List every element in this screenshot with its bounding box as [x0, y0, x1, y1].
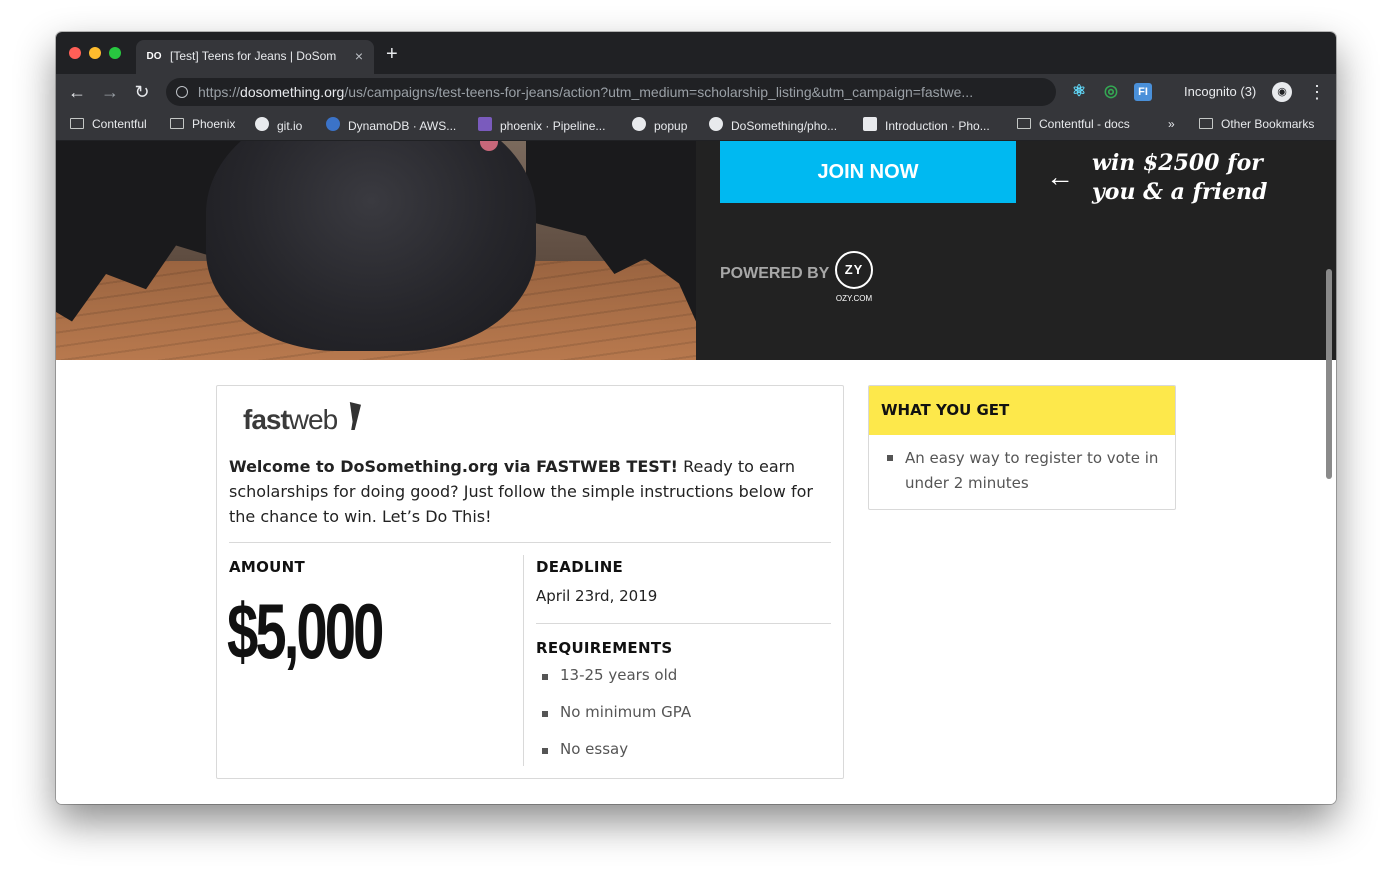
back-button[interactable]: ←	[66, 81, 88, 103]
fastweb-logo-web: web	[288, 404, 338, 435]
intro-bold: Welcome to DoSomething.org via FASTWEB T…	[229, 457, 678, 476]
site-info-icon[interactable]	[176, 86, 188, 98]
amount-value: $5,000	[227, 587, 384, 675]
requirements-label: REQUIREMENTS	[536, 639, 673, 657]
join-now-button[interactable]: JOIN NOW	[720, 141, 1016, 203]
requirements-list: 13-25 years old No minimum GPA No essay	[542, 666, 691, 777]
folder-icon	[170, 118, 184, 129]
bookmark-git-io[interactable]: git.io	[255, 117, 302, 133]
new-tab-button[interactable]: +	[386, 44, 398, 64]
fastweb-mark-icon	[349, 402, 361, 430]
target-icon[interactable]: ◎	[1102, 83, 1120, 101]
window-minimize-button[interactable]	[89, 47, 101, 59]
what-you-get-header: WHAT YOU GET	[869, 386, 1175, 435]
folder-icon	[1017, 118, 1031, 129]
url-text[interactable]: https://dosomething.org/us/campaigns/tes…	[198, 84, 1048, 100]
divider	[229, 542, 831, 543]
browser-window: DO [Test] Teens for Jeans | DoSom × + ← …	[56, 32, 1336, 804]
deadline-value: April 23rd, 2019	[536, 587, 658, 605]
browser-toolbar: ← → ↻ https://dosomething.org/us/campaig…	[56, 74, 1336, 110]
handwritten-prize-note: win $2500 for you & a friend	[1092, 150, 1268, 205]
heroku-icon	[478, 117, 492, 131]
bookmark-label: phoenix · Pipeline...	[500, 119, 606, 133]
what-you-get-title: WHAT YOU GET	[881, 401, 1010, 419]
fastweb-logo: fastweb	[243, 404, 338, 436]
bookmark-other-bookmarks[interactable]: Other Bookmarks	[1199, 117, 1314, 131]
tab-active[interactable]: DO [Test] Teens for Jeans | DoSom ×	[136, 40, 374, 74]
folder-icon	[70, 118, 84, 129]
bookmark-dosomething-phoenix[interactable]: DoSomething/pho...	[709, 117, 837, 133]
folder-icon	[1199, 118, 1213, 129]
powered-by-label: POWERED BY	[720, 265, 830, 282]
tab-title: [Test] Teens for Jeans | DoSom	[170, 49, 337, 63]
incognito-icon[interactable]: ◉	[1272, 82, 1292, 102]
ozy-logo[interactable]: ZY	[835, 251, 873, 289]
forward-button[interactable]: →	[99, 81, 121, 103]
list-item: An easy way to register to vote in under…	[905, 449, 1159, 492]
scholarship-card: fastweb Welcome to DoSomething.org via F…	[216, 385, 844, 779]
hero-photo	[56, 141, 696, 360]
url-scheme: https://	[198, 84, 241, 100]
tab-strip: DO [Test] Teens for Jeans | DoSom × +	[56, 32, 1336, 74]
what-you-get-card: WHAT YOU GET An easy way to register to …	[868, 385, 1176, 510]
incognito-label[interactable]: Incognito (3)	[1184, 84, 1256, 99]
close-tab-icon[interactable]: ×	[352, 48, 366, 64]
deadline-label: DEADLINE	[536, 558, 624, 576]
bookmark-popup[interactable]: popup	[632, 117, 687, 133]
dosomething-favicon-icon: DO	[146, 51, 162, 62]
bookmark-label: Phoenix	[192, 117, 236, 131]
arrow-left-icon: ←	[1046, 161, 1074, 192]
bookmark-dynamodb[interactable]: DynamoDB · AWS...	[326, 117, 456, 133]
bookmarks-bar: Contentful Phoenix git.io DynamoDB · AWS…	[56, 110, 1336, 141]
github-icon	[709, 117, 723, 131]
globe-icon	[632, 117, 646, 131]
dosomething-icon	[863, 117, 877, 131]
address-bar[interactable]: https://dosomething.org/us/campaigns/tes…	[166, 78, 1056, 106]
window-maximize-button[interactable]	[109, 47, 121, 59]
bookmark-label: Contentful - docs	[1039, 117, 1130, 131]
list-item: 13-25 years old	[542, 666, 691, 703]
amount-label: AMOUNT	[229, 558, 306, 576]
page-viewport: JOIN NOW ← win $2500 for you & a friend …	[56, 141, 1336, 804]
ozy-domain: OZY.COM	[835, 294, 873, 303]
divider	[536, 623, 831, 624]
list-item: No minimum GPA	[542, 703, 691, 740]
bookmark-contentful[interactable]: Contentful	[70, 117, 147, 131]
divider	[523, 555, 524, 766]
cat-body	[206, 141, 536, 351]
bookmark-label: git.io	[277, 119, 303, 133]
bookmark-introduction[interactable]: Introduction · Pho...	[863, 117, 990, 133]
github-icon	[255, 117, 269, 131]
bookmark-label: Other Bookmarks	[1221, 117, 1315, 131]
list-item: No essay	[542, 740, 691, 777]
bookmark-phoenix[interactable]: Phoenix	[170, 117, 235, 131]
bookmark-label: Contentful	[92, 117, 147, 131]
list-bullet	[887, 455, 893, 461]
reload-button[interactable]: ↻	[131, 81, 153, 103]
browser-menu-icon[interactable]: ⋮	[1308, 81, 1326, 103]
bookmark-phoenix-pipeline[interactable]: phoenix · Pipeline...	[478, 117, 605, 133]
bookmark-label: DynamoDB · AWS...	[348, 119, 457, 133]
react-icon[interactable]: ⚛	[1070, 83, 1088, 101]
bookmark-label: Introduction · Pho...	[885, 119, 990, 133]
fastweb-logo-fast: fast	[243, 404, 290, 435]
url-path: /us/campaigns/test-teens-for-jeans/actio…	[344, 84, 974, 100]
dynamodb-icon	[326, 117, 340, 131]
page-scrollbar[interactable]	[1326, 269, 1332, 479]
bookmark-label: popup	[654, 119, 688, 133]
url-host: dosomething.org	[240, 84, 345, 100]
window-close-button[interactable]	[69, 47, 81, 59]
bookmark-label: DoSomething/pho...	[731, 119, 838, 133]
bookmark-contentful-docs[interactable]: Contentful - docs	[1017, 117, 1130, 131]
scholarship-intro: Welcome to DoSomething.org via FASTWEB T…	[229, 454, 829, 529]
fi-icon[interactable]: FI	[1134, 83, 1152, 101]
campaign-hero: JOIN NOW ← win $2500 for you & a friend …	[56, 141, 1336, 360]
bookmarks-overflow-button[interactable]: »	[1168, 117, 1175, 131]
